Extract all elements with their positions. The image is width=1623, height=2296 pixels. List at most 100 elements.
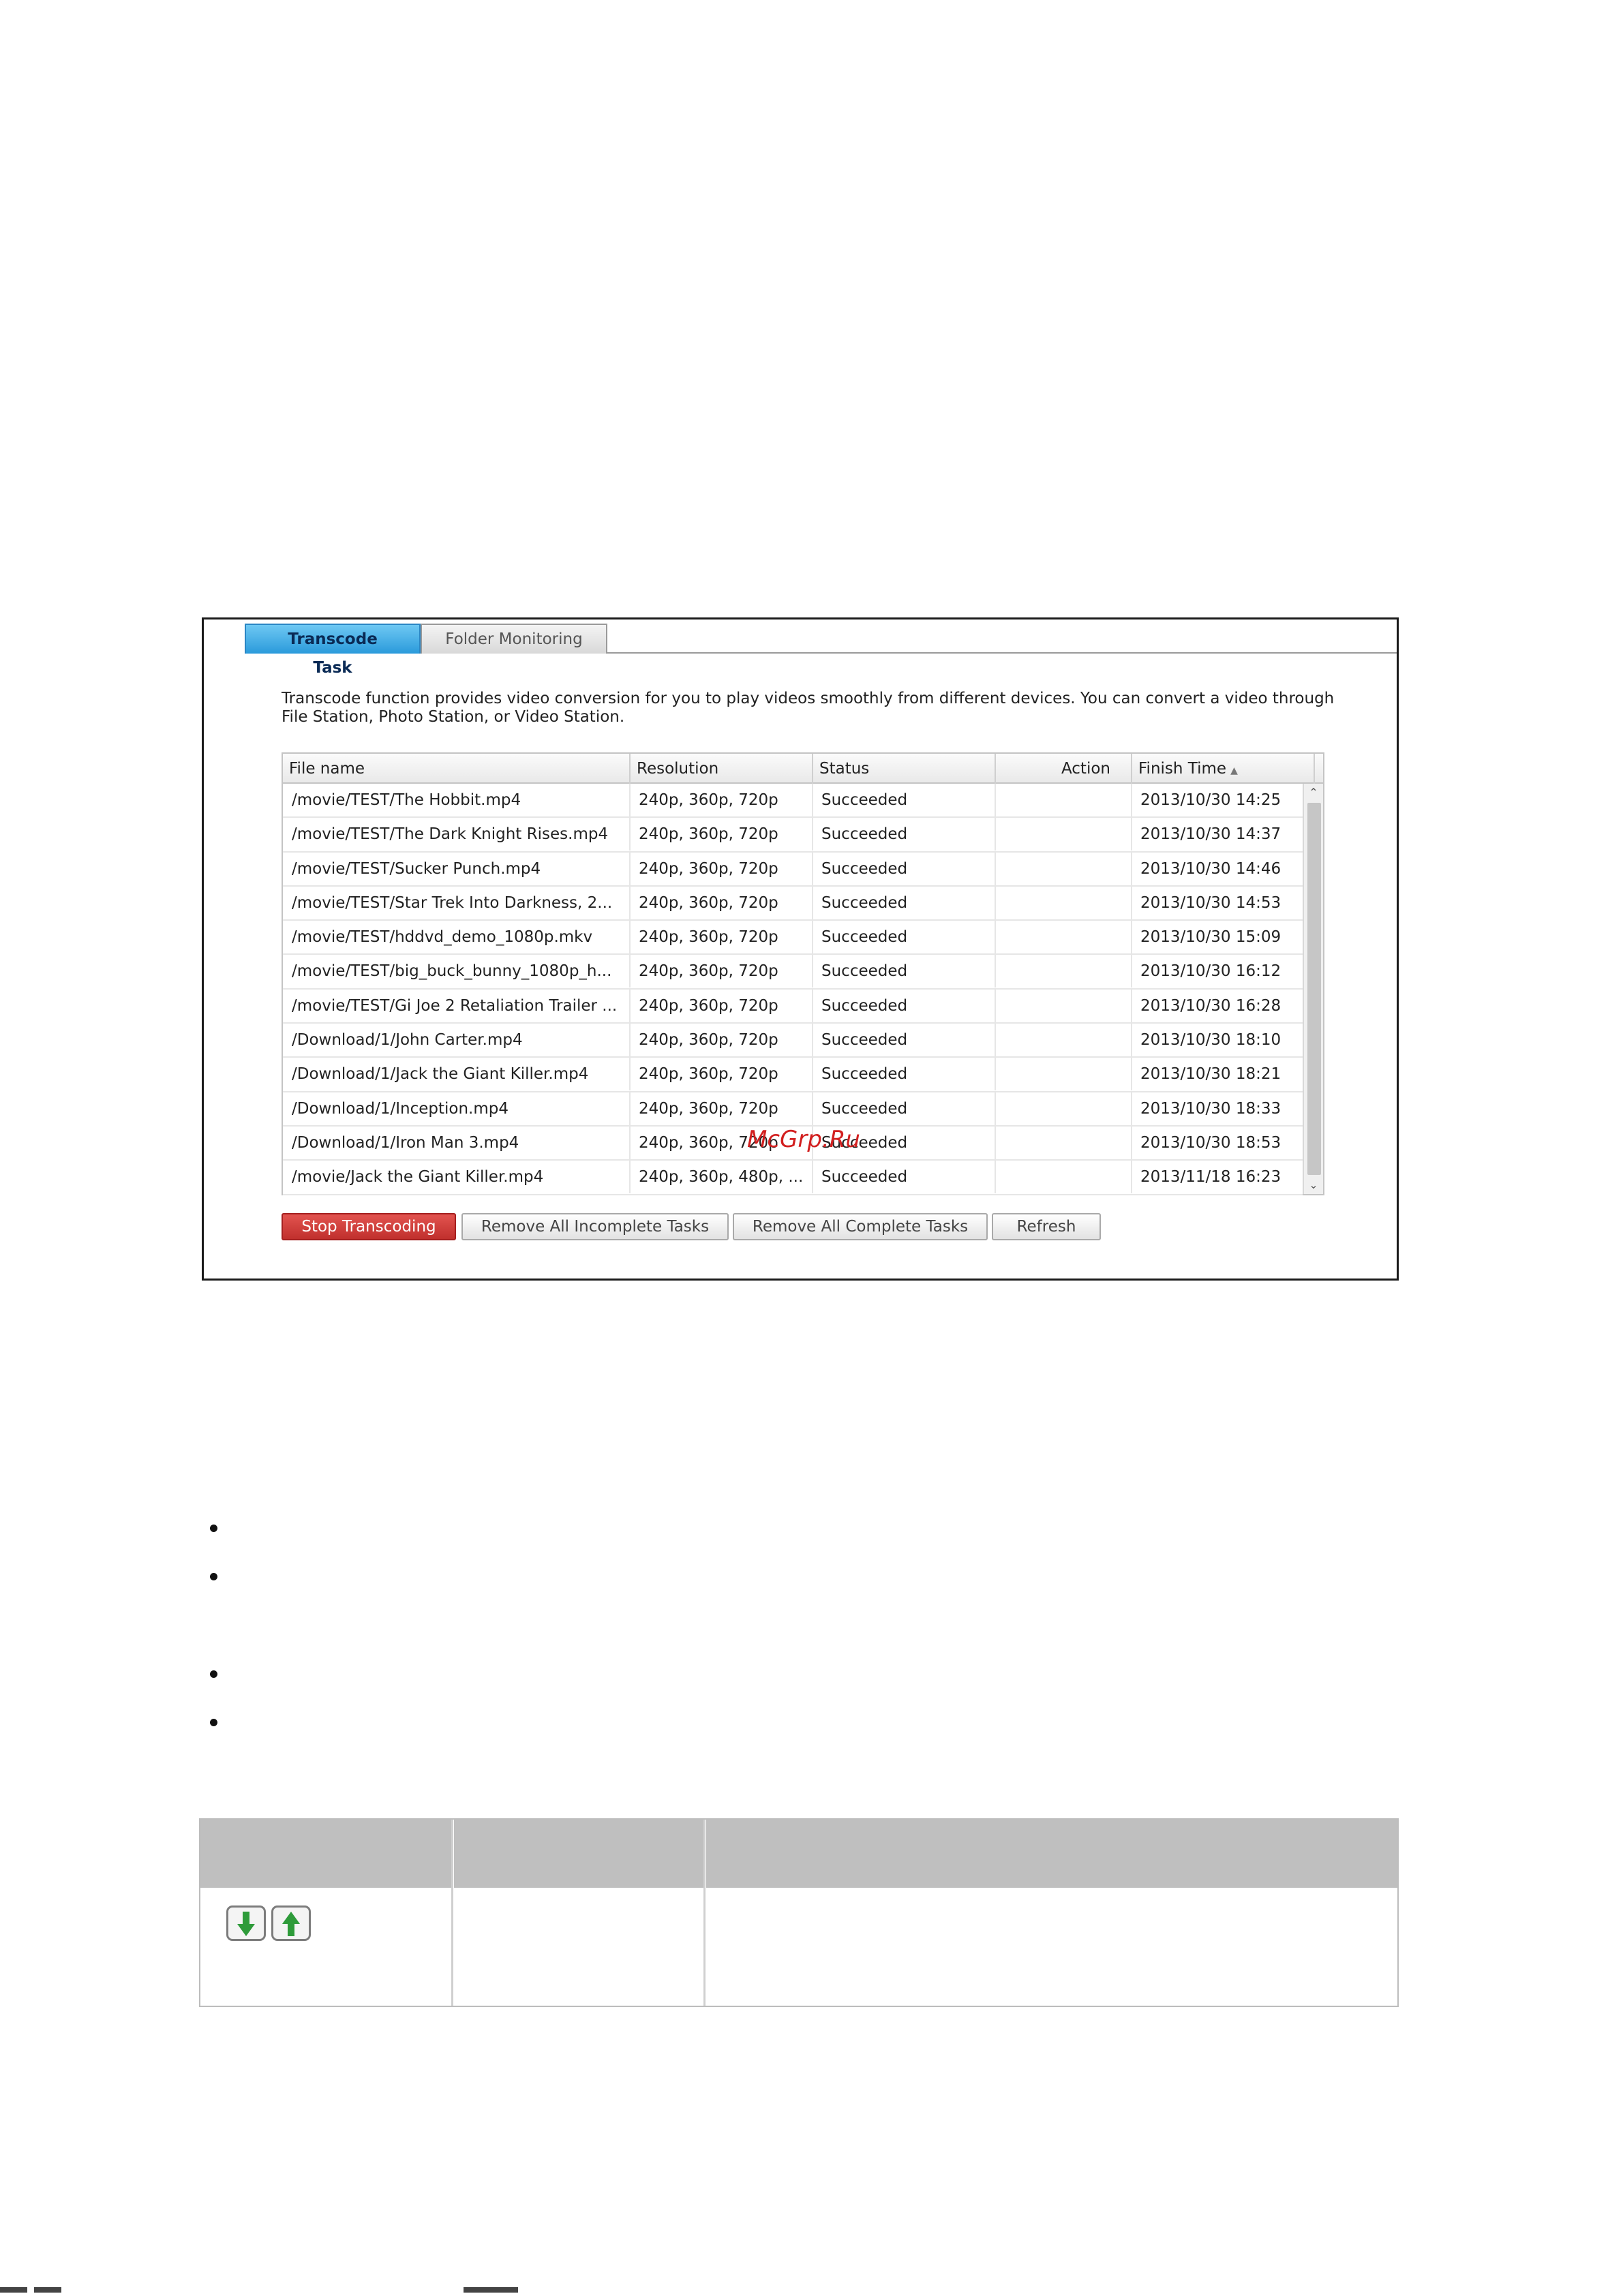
cell-resolution: 240p, 360p, 720p [631, 921, 813, 954]
cell-action [996, 1024, 1132, 1057]
cell-file-name: /movie/Jack the Giant Killer.mp4 [283, 1161, 631, 1194]
transcode-screenshot: Transcode Task Folder Monitoring Transco… [202, 617, 1399, 1281]
tab-transcode-task[interactable]: Transcode Task [245, 624, 421, 677]
cell-file-name: /movie/TEST/Sucker Punch.mp4 [283, 852, 631, 885]
cell-file-name: /Download/1/Iron Man 3.mp4 [283, 1126, 631, 1159]
bullet-point [210, 1719, 217, 1726]
cell-action [996, 818, 1132, 851]
cell-action [996, 989, 1132, 1022]
arrow-up-icon [271, 1905, 311, 1941]
cell-resolution: 240p, 360p, 720p [631, 989, 813, 1022]
table-row[interactable]: /movie/TEST/The Dark Knight Rises.mp4 240… [283, 818, 1303, 853]
cell-status: Succeeded [813, 1161, 996, 1194]
cell-finish-time: 2013/10/30 15:09 [1140, 928, 1281, 947]
cell-status: Succeeded [813, 989, 996, 1022]
cell-finish-time: 2013/10/30 16:28 [1140, 996, 1281, 1015]
cell-resolution: 240p, 360p, 720p [631, 818, 813, 851]
column-divider [451, 1820, 453, 2006]
cell-status: Succeeded [813, 818, 996, 851]
table-row[interactable]: /Download/1/Inception.mp4 240p, 360p, 720… [283, 1092, 1303, 1127]
refresh-button[interactable]: Refresh [992, 1213, 1101, 1240]
cell-finish-time: 2013/10/30 14:46 [1140, 859, 1281, 878]
vertical-scrollbar[interactable]: ⌃ ⌄ [1303, 784, 1323, 1194]
cell-status: Succeeded [813, 886, 996, 919]
cell-status: Succeeded [813, 1024, 996, 1057]
table-row[interactable]: /movie/TEST/hddvd_demo_1080p.mkv 240p, 36… [283, 921, 1303, 955]
table-row[interactable]: /movie/TEST/big_buck_bunny_1080p_h... 240… [283, 955, 1303, 990]
cell-file-name: /Download/1/John Carter.mp4 [283, 1024, 631, 1057]
cell-finish-time: 2013/10/30 18:53 [1140, 1133, 1281, 1152]
table-header-cell [706, 1820, 1397, 1888]
cell-file-name: /movie/TEST/The Dark Knight Rises.mp4 [283, 818, 631, 851]
column-header-label: Resolution [637, 760, 719, 778]
cell-finish-time: 2013/10/30 18:33 [1140, 1099, 1281, 1118]
cell-finish-time: 2013/10/30 16:12 [1140, 962, 1281, 981]
cell-action [996, 1161, 1132, 1194]
table-row[interactable]: /Download/1/Jack the Giant Killer.mp4 240… [283, 1058, 1303, 1092]
column-header-status[interactable]: Status [813, 754, 996, 784]
table-header-cell [200, 1820, 451, 1888]
column-header-label: Status [819, 760, 870, 778]
cell-resolution: 240p, 360p, 720p [631, 1058, 813, 1091]
column-divider [703, 1820, 706, 2006]
remove-incomplete-tasks-button[interactable]: Remove All Incomplete Tasks [461, 1213, 729, 1240]
cell-action [996, 784, 1132, 816]
cell-status: Succeeded [813, 1092, 996, 1125]
table-row[interactable]: /movie/TEST/Star Trek Into Darkness, 2..… [283, 886, 1303, 921]
cell-status: Succeeded [813, 784, 996, 816]
column-header-resolution[interactable]: Resolution [631, 754, 813, 784]
cell-status: Succeeded [813, 852, 996, 885]
footer-mark [0, 2287, 27, 2293]
column-header-finish-time[interactable]: Finish Time ▲ [1132, 754, 1315, 784]
cell-finish-time: 2013/10/30 14:37 [1140, 825, 1281, 844]
watermark: McGrp.Ru [747, 1126, 860, 1153]
cell-file-name: /movie/TEST/Gi Joe 2 Retaliation Trailer… [283, 989, 631, 1022]
column-header-label: File name [289, 760, 365, 778]
cell-action [996, 921, 1132, 954]
cell-finish-time: 2013/10/30 18:21 [1140, 1065, 1281, 1084]
table-header: File name Resolution Status Action Finis… [283, 754, 1323, 784]
tab-bar: Transcode Task Folder Monitoring [245, 622, 1397, 677]
table-row[interactable]: /movie/TEST/The Hobbit.mp4 240p, 360p, 72… [283, 784, 1303, 818]
table-row[interactable]: /movie/TEST/Sucker Punch.mp4 240p, 360p, … [283, 852, 1303, 887]
cell-action [996, 1126, 1132, 1159]
chevron-up-icon[interactable]: ⌃ [1304, 784, 1323, 801]
chevron-down-icon[interactable]: ⌄ [1304, 1176, 1323, 1194]
cell-finish-time: 2013/10/30 14:25 [1140, 791, 1281, 809]
icon-description-table [199, 1818, 1399, 2007]
bullet-point [210, 1525, 217, 1532]
cell-resolution: 240p, 360p, 720p [631, 1092, 813, 1125]
footer-mark [464, 2287, 518, 2293]
cell-action [996, 1058, 1132, 1091]
cell-resolution: 240p, 360p, 720p [631, 1024, 813, 1057]
cell-finish-time: 2013/10/30 14:53 [1140, 893, 1281, 912]
cell-resolution: 240p, 360p, 720p [631, 852, 813, 885]
description-text: Transcode function provides video conver… [282, 690, 1335, 726]
remove-complete-tasks-button[interactable]: Remove All Complete Tasks [733, 1213, 988, 1240]
cell-file-name: /movie/TEST/Star Trek Into Darkness, 2..… [283, 886, 631, 919]
column-header-file-name[interactable]: File name [283, 754, 631, 784]
cell-file-name: /movie/TEST/big_buck_bunny_1080p_h... [283, 955, 631, 988]
column-header-action[interactable]: Action [996, 754, 1132, 784]
cell-file-name: /movie/TEST/hddvd_demo_1080p.mkv [283, 921, 631, 954]
cell-status: Succeeded [813, 921, 996, 954]
column-header-label: Action [1061, 760, 1110, 778]
stop-transcoding-button[interactable]: Stop Transcoding [282, 1213, 456, 1240]
table-row[interactable]: /movie/Jack the Giant Killer.mp4 240p, 36… [283, 1161, 1303, 1195]
bullet-point [210, 1670, 217, 1678]
cell-action [996, 886, 1132, 919]
scrollbar-thumb[interactable] [1307, 803, 1321, 1175]
tab-folder-monitoring[interactable]: Folder Monitoring [421, 624, 607, 654]
cell-finish-time: 2013/11/18 16:23 [1140, 1168, 1281, 1187]
table-row[interactable]: /Download/1/John Carter.mp4 240p, 360p, 7… [283, 1024, 1303, 1058]
cell-resolution: 240p, 360p, 720p [631, 955, 813, 988]
column-header-label: Finish Time [1138, 760, 1227, 778]
arrow-down-icon [226, 1905, 266, 1941]
bullet-point [210, 1573, 217, 1580]
cell-file-name: /Download/1/Inception.mp4 [283, 1092, 631, 1125]
table-header-cell [454, 1820, 703, 1888]
cell-action [996, 852, 1132, 885]
cell-resolution: 240p, 360p, 720p [631, 784, 813, 816]
footer-mark [34, 2287, 61, 2293]
table-row[interactable]: /movie/TEST/Gi Joe 2 Retaliation Trailer… [283, 989, 1303, 1024]
